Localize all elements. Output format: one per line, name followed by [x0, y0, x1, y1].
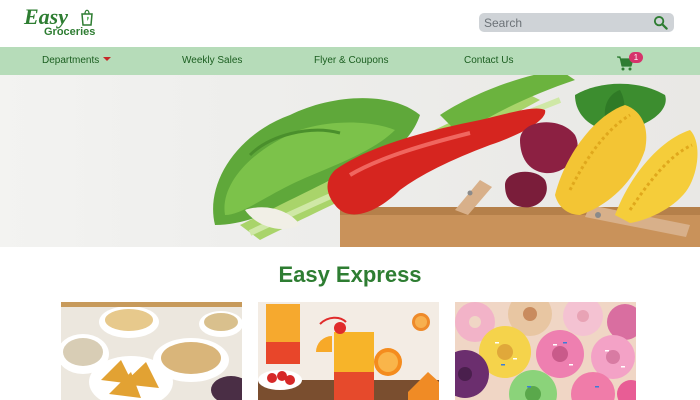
cart-button[interactable]: 1 — [617, 52, 645, 72]
nav-contact-us[interactable]: Contact Us — [464, 47, 513, 75]
hero-carousel[interactable] — [0, 75, 700, 247]
nav-departments-label: Departments — [42, 55, 100, 66]
site-logo[interactable]: Easy Groceries — [24, 6, 104, 42]
nav-weekly-sales[interactable]: Weekly Sales — [182, 47, 242, 75]
search-bar — [479, 13, 674, 32]
logo-word: Easy — [24, 4, 68, 29]
nav-contact-us-label: Contact Us — [464, 55, 514, 66]
nav-flyer-coupons[interactable]: Flyer & Coupons — [314, 47, 388, 75]
drinks-image — [258, 302, 439, 400]
dropdown-caret-icon — [103, 57, 112, 62]
nav-departments[interactable]: Departments — [42, 47, 112, 75]
product-card-drinks[interactable] — [258, 302, 439, 400]
site-header: Easy Groceries — [0, 0, 700, 47]
nav-flyer-coupons-label: Flyer & Coupons — [314, 55, 389, 66]
snacks-image — [61, 302, 242, 400]
section-title: Easy Express — [278, 262, 422, 287]
hero-vegetables-image — [213, 75, 700, 247]
search-icon[interactable] — [653, 15, 668, 30]
donuts-image — [455, 302, 636, 400]
nav-weekly-sales-label: Weekly Sales — [182, 55, 243, 66]
grocery-bag-icon — [81, 9, 93, 26]
product-card-donuts[interactable] — [455, 302, 636, 400]
product-card-snacks[interactable] — [61, 302, 242, 400]
main-nav: Departments Weekly Sales Flyer & Coupons… — [0, 47, 700, 75]
logo-subtitle: Groceries — [44, 26, 96, 38]
cart-count-badge: 1 — [629, 52, 643, 63]
search-input[interactable] — [484, 13, 644, 32]
